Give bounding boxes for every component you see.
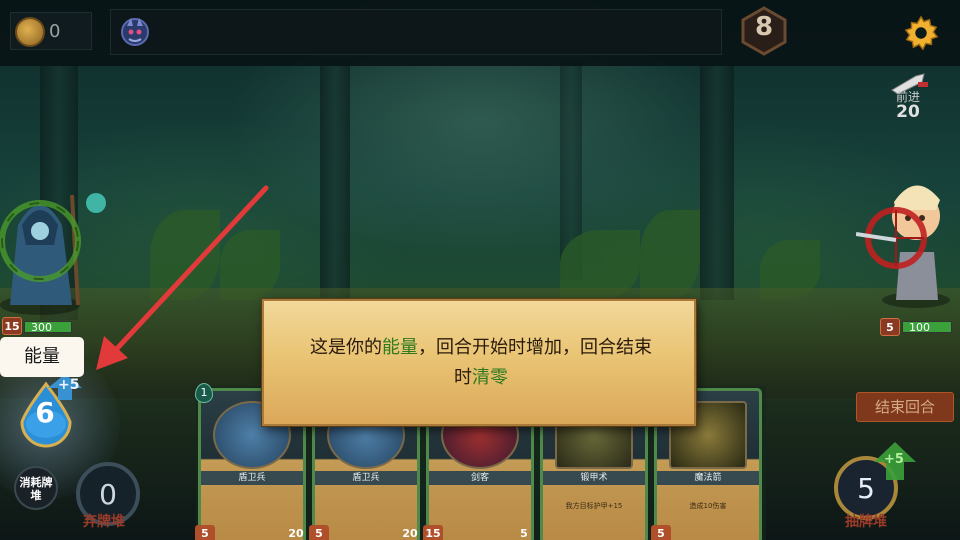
hero-hp-value: 300 [31,321,52,334]
tutorial-highlight: 清零 [472,367,508,388]
enemy-hp-value: 100 [909,321,930,334]
card-name: 盾卫兵 [315,471,417,485]
top-bar: 0 8 [0,0,960,66]
card-shield-value: 5 [651,525,671,540]
card-shield-value: 5 [309,525,329,540]
demon-icon [121,18,149,46]
discard-count: 0 [99,478,117,511]
tutorial-text-part: 这是你的 [310,337,382,358]
enemy-hp-bar: 100 [902,321,952,334]
card-attack-value: 20 [402,527,418,540]
card-name: 魔法箭 [657,471,759,485]
card-description: 造成10伤害 [689,502,727,510]
hero-character[interactable]: 15 300 [0,165,110,335]
draw-gain: +5 [884,452,904,467]
enemy-progress-bar [110,9,722,55]
mage-sprite [0,193,106,315]
tutorial-text-part: 时 [454,367,472,388]
energy-gain: +5 [58,377,80,393]
discard-pile-label: 弃牌堆 [83,514,125,530]
coin-count: 0 [49,21,61,42]
tutorial-dialog[interactable]: 这是你的能量，回合开始时增加，回合结束 时清零 [262,299,696,426]
coin-icon [15,17,45,47]
hero-hp-bar: 300 [24,321,72,334]
card-energy-cost: 1 [195,383,213,403]
tutorial-text-part: ，回合开始时增加，回合结束 [418,337,652,358]
card-name: 剑客 [429,471,531,485]
end-turn-button[interactable]: 结束回合 [856,392,954,422]
card-attack-value: 20 [288,527,304,540]
intent-value: 20 [896,102,920,122]
coin-counter: 0 [10,12,92,50]
knight-sprite [855,185,950,308]
exhaust-pile-label: 消耗牌堆 [19,476,53,502]
hero-shield-badge: 15 [2,317,22,335]
card-description: 我方目标护甲+15 [565,502,623,510]
turn-counter: 8 [754,12,774,42]
enemy-shield-badge: 5 [880,318,900,336]
tutorial-text: 这是你的能量，回合开始时增加，回合结束 时清零 [284,333,678,393]
card-name: 盾卫兵 [201,471,303,485]
enemy-intent: 前进 20 [880,72,936,126]
energy-tooltip: 能量 [0,337,84,377]
exhaust-pile[interactable]: 消耗牌堆 [14,466,58,510]
card-shield-value: 15 [423,525,443,540]
tutorial-highlight: 能量 [382,337,418,358]
card-name: 锻甲术 [543,471,645,485]
draw-pile-label: 抽牌堆 [845,514,887,530]
gear-icon[interactable] [902,14,940,52]
card-shield-value: 5 [195,525,215,540]
enemy-character[interactable]: 5 100 [855,160,960,336]
card-attack-value: 5 [520,527,528,540]
